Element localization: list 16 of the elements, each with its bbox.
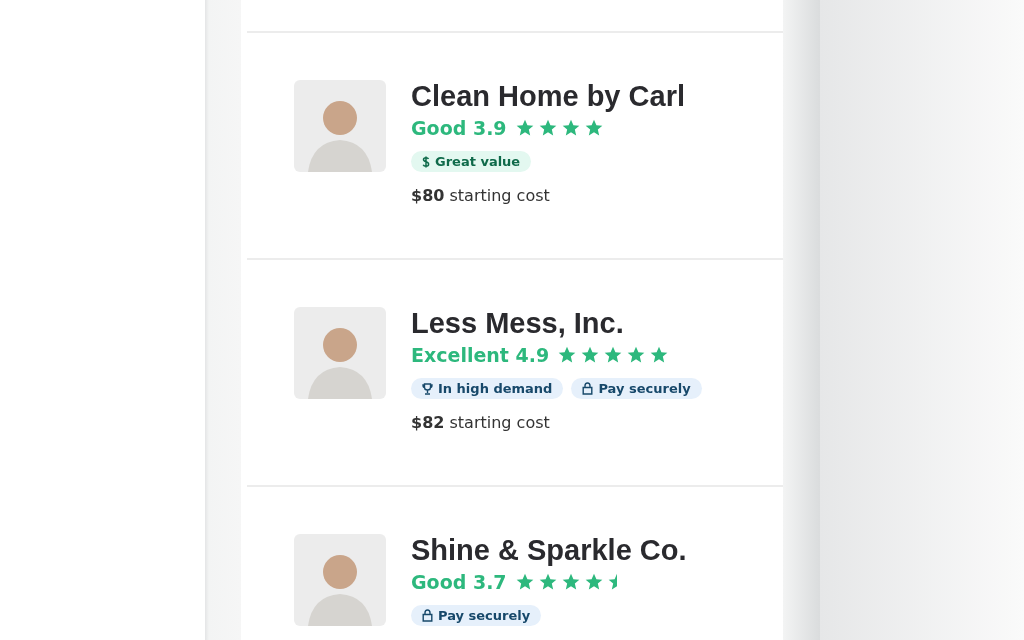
- lock-icon: [422, 609, 433, 622]
- rating-text: Good 3.9: [411, 117, 507, 139]
- business-name[interactable]: Less Mess, Inc.: [411, 306, 624, 340]
- rating-text: Excellent 4.9: [411, 344, 550, 366]
- business-name[interactable]: Clean Home by Carl: [411, 79, 685, 113]
- feature-badge: Pay securely: [411, 605, 542, 626]
- starting-cost: $82 starting cost: [411, 413, 550, 432]
- business-name[interactable]: Shine & Sparkle Co.: [411, 533, 687, 567]
- feature-badge: Great value: [411, 151, 532, 172]
- dollar-icon: [422, 155, 430, 168]
- feature-badge: Pay securely: [571, 378, 702, 399]
- trophy-icon: [422, 382, 433, 395]
- rating-text: Good 3.7: [411, 571, 507, 593]
- feature-badge: In high demand: [411, 378, 564, 399]
- starting-cost: $80 starting cost: [411, 186, 550, 205]
- lock-icon: [582, 382, 594, 395]
